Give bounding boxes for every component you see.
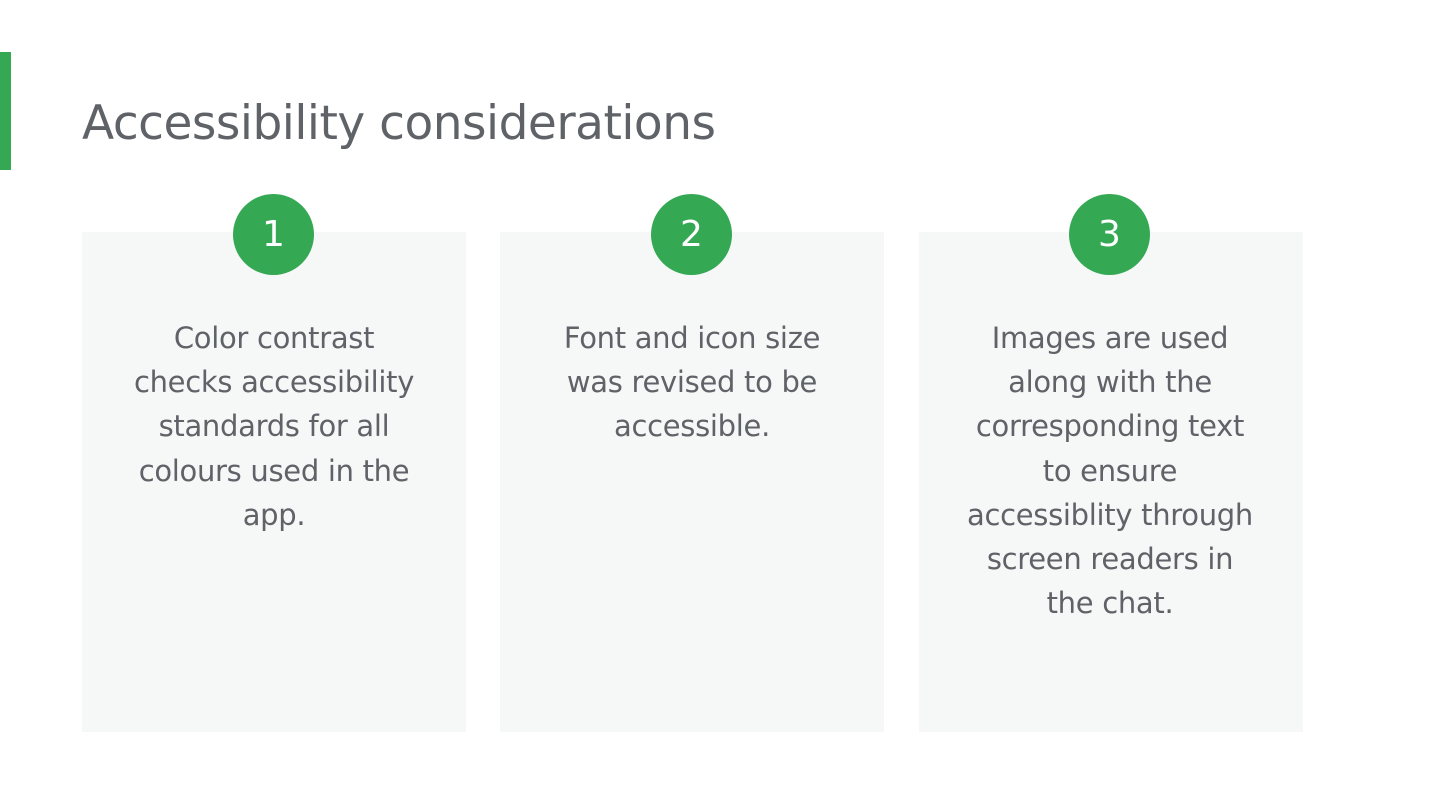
number-badge-2: 2	[651, 194, 732, 275]
card-text-1: Color contrast checks accessibility stan…	[133, 321, 415, 532]
number-badge-1: 1	[233, 194, 314, 275]
card-text-2: Font and icon size was revised to be acc…	[563, 321, 821, 444]
consideration-card-2	[500, 232, 884, 732]
number-badge-3: 3	[1069, 194, 1150, 275]
card-text-3: Images are used along with the correspon…	[967, 321, 1253, 621]
slide-title: Accessibility considerations	[82, 96, 716, 151]
accent-bar	[0, 52, 11, 170]
